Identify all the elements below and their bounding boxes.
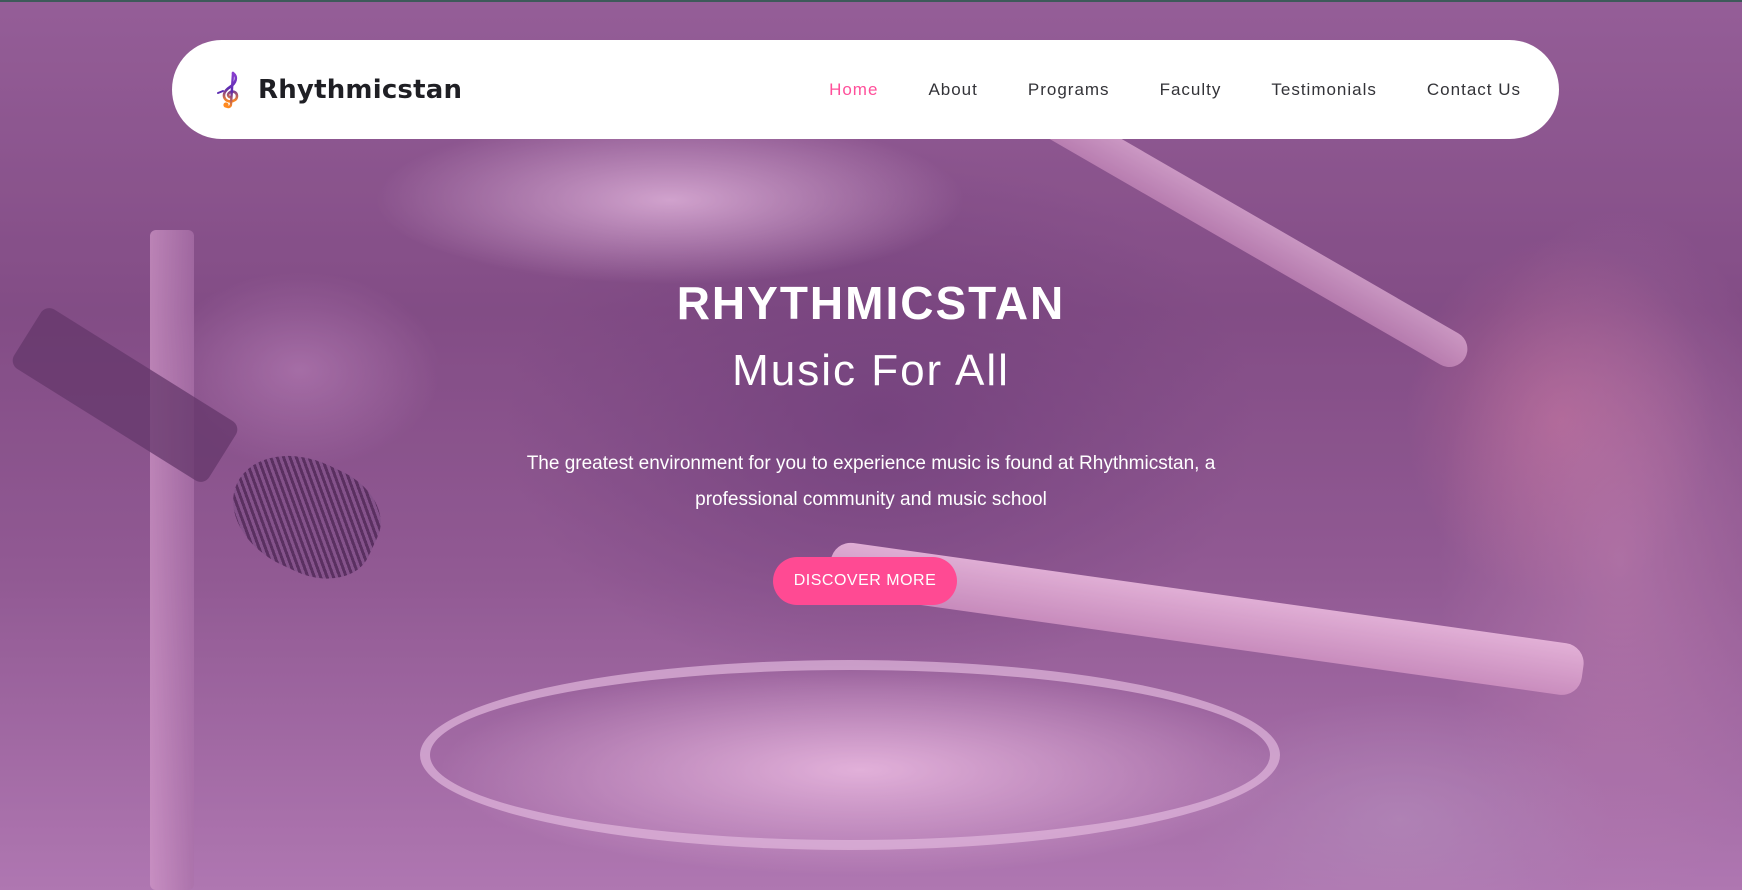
nav-item-testimonials[interactable]: Testimonials <box>1271 80 1377 100</box>
discover-more-button[interactable]: DISCOVER MORE <box>773 557 957 605</box>
hero-description: The greatest environment for you to expe… <box>526 453 1216 510</box>
treble-clef-icon <box>217 71 239 108</box>
hero-title: RHYTHMICSTAN <box>676 277 1066 329</box>
brand-logo[interactable]: Rhythmicstan <box>216 40 462 139</box>
page: Rhythmicstan Home About Programs Faculty… <box>0 0 1742 890</box>
nav-item-about[interactable]: About <box>928 80 977 100</box>
nav-item-contact-us[interactable]: Contact Us <box>1427 80 1521 100</box>
navbar: Rhythmicstan Home About Programs Faculty… <box>172 40 1559 139</box>
nav-menu: Home About Programs Faculty Testimonials… <box>779 40 1521 139</box>
nav-item-faculty[interactable]: Faculty <box>1160 80 1222 100</box>
hero-subtitle: Music For All <box>732 346 1010 395</box>
nav-item-home[interactable]: Home <box>829 80 878 100</box>
brand-name: Rhythmicstan <box>258 74 463 105</box>
nav-item-programs[interactable]: Programs <box>1028 80 1110 100</box>
